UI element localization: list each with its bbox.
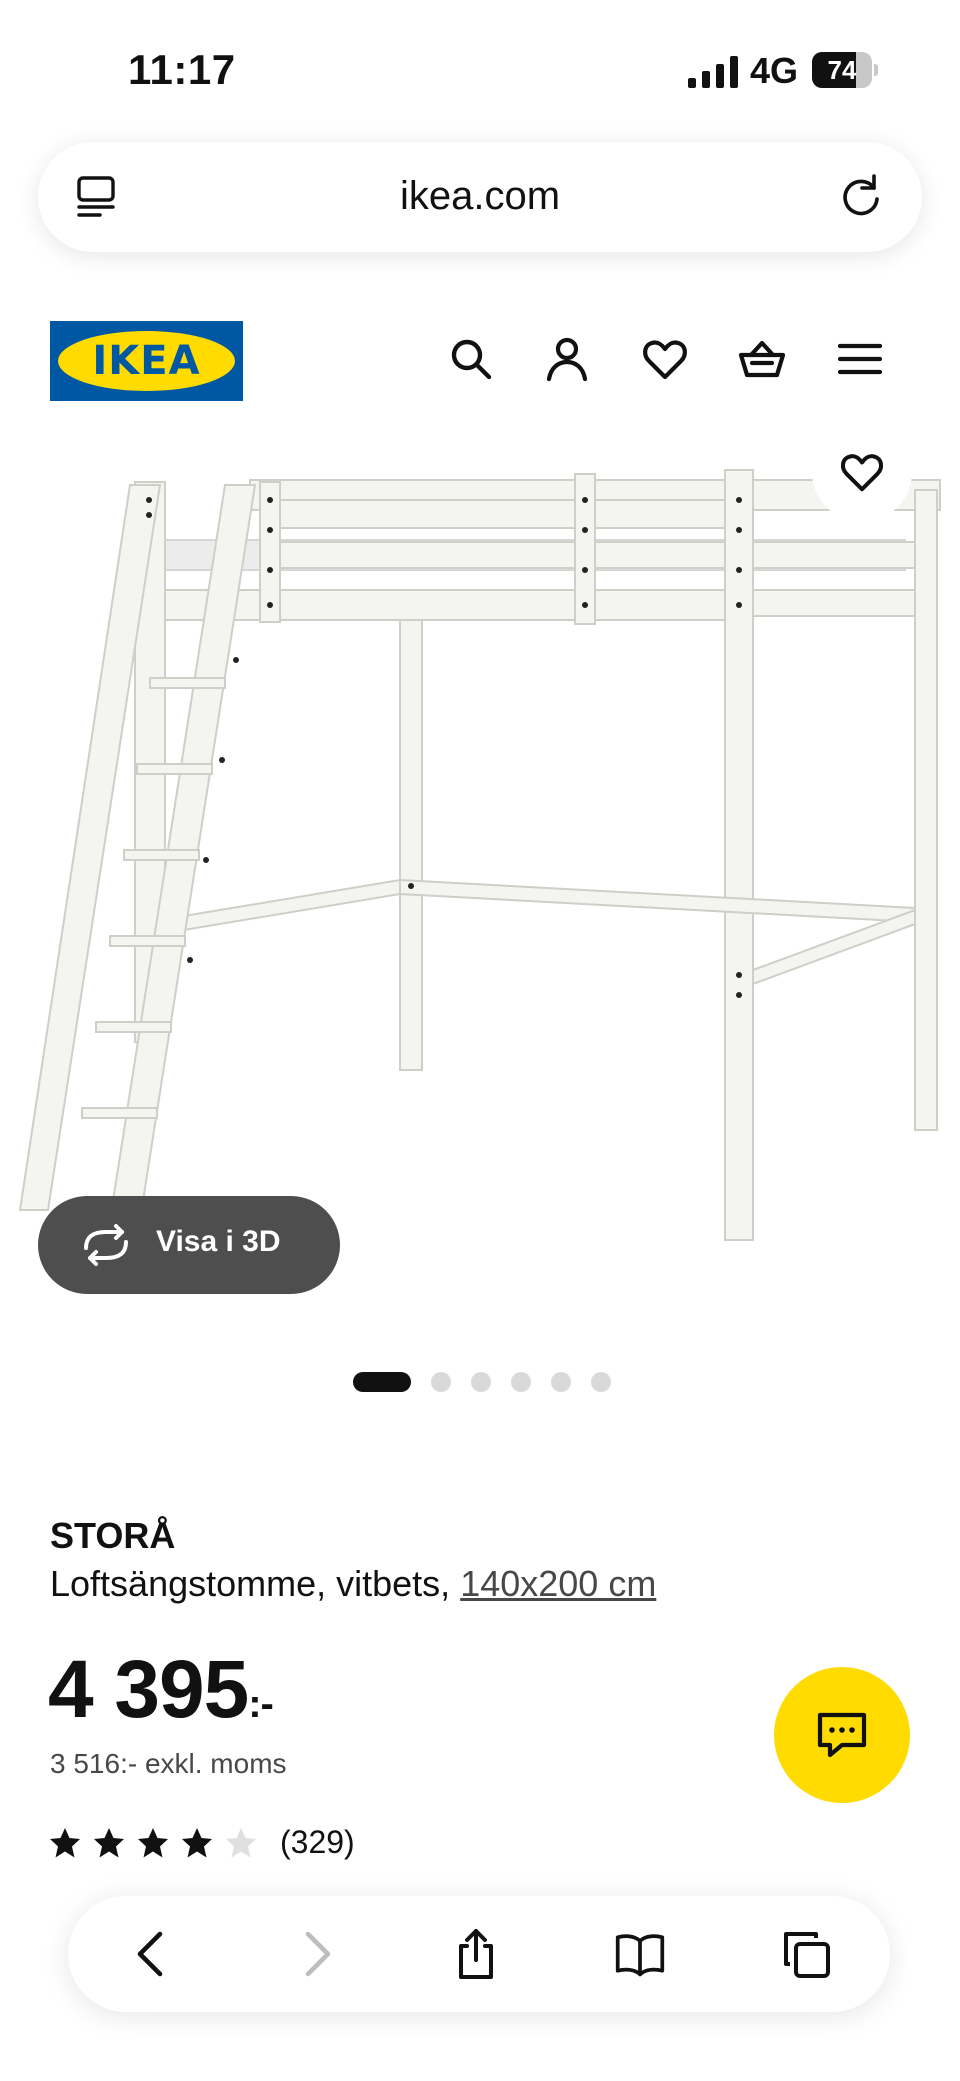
review-count[interactable]: (329) [280, 1824, 355, 1861]
star-empty-icon [226, 1828, 256, 1858]
price-suffix: :- [248, 1682, 274, 1726]
search-icon[interactable] [447, 335, 495, 383]
rotate-3d-icon [84, 1224, 128, 1266]
ikea-logo[interactable]: IKEA [50, 321, 243, 401]
cellular-signal-icon [688, 56, 738, 88]
forward-icon[interactable] [290, 1928, 342, 1980]
star-filled-icon [138, 1828, 168, 1858]
product-size-link[interactable]: 140x200 cm [460, 1563, 656, 1604]
reload-icon[interactable] [836, 172, 886, 222]
bookmarks-icon[interactable] [614, 1928, 666, 1980]
battery-icon: 74 [812, 52, 878, 88]
product-description: Loftsängstomme, vitbets, 140x200 cm [50, 1563, 656, 1605]
status-bar: 11:17 4G 74 [0, 0, 960, 130]
network-type: 4G [750, 50, 799, 91]
share-icon[interactable] [450, 1928, 502, 1980]
chat-button[interactable] [774, 1667, 910, 1803]
address-bar[interactable]: ikea.com [38, 142, 922, 252]
chat-icon [817, 1712, 867, 1758]
product-price: 4 395:- [48, 1643, 274, 1737]
cart-icon[interactable] [738, 335, 786, 383]
product-type: Loftsängstomme, vitbets, [50, 1563, 461, 1604]
status-time: 11:17 [128, 46, 236, 93]
view-in-3d-button[interactable]: Visa i 3D [38, 1196, 340, 1294]
heart-icon [841, 454, 883, 492]
carousel-dot[interactable] [431, 1372, 451, 1392]
carousel-dot[interactable] [471, 1372, 491, 1392]
save-to-favorites-button[interactable] [812, 422, 912, 522]
favorites-icon[interactable] [641, 335, 689, 383]
star-filled-icon [94, 1828, 124, 1858]
price-value: 4 395 [48, 1644, 249, 1735]
product-name: STORÅ [50, 1515, 176, 1556]
url-text[interactable]: ikea.com [38, 174, 922, 219]
carousel-dot[interactable] [353, 1372, 411, 1392]
battery-level: 74 [827, 55, 857, 85]
carousel-dot[interactable] [551, 1372, 571, 1392]
tabs-icon[interactable] [780, 1928, 832, 1980]
back-icon[interactable] [126, 1928, 178, 1980]
star-filled-icon [50, 1828, 80, 1858]
browser-toolbar [68, 1896, 890, 2012]
logo-text: IKEA [92, 338, 201, 384]
star-filled-icon [182, 1828, 212, 1858]
price-excluding-vat: 3 516:- exkl. moms [50, 1748, 287, 1779]
account-icon[interactable] [543, 335, 591, 383]
carousel-dot[interactable] [591, 1372, 611, 1392]
menu-icon[interactable] [836, 335, 884, 383]
carousel-dot[interactable] [511, 1372, 531, 1392]
view-in-3d-label: Visa i 3D [156, 1225, 281, 1258]
